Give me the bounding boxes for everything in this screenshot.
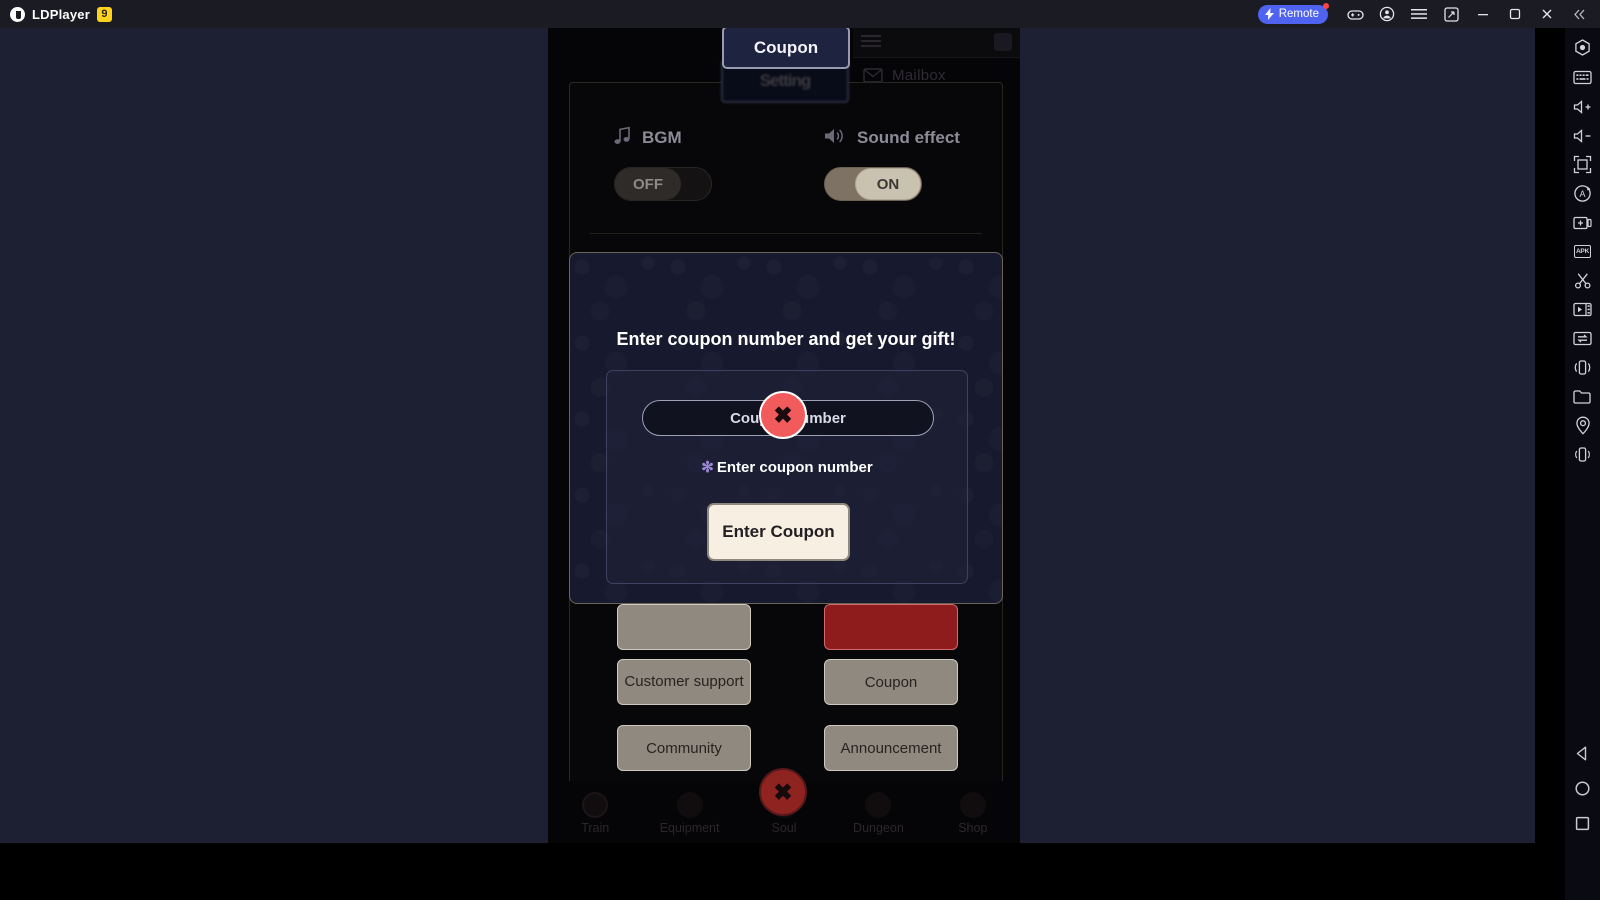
desktop-backdrop-bottom xyxy=(0,843,1535,900)
maximize-icon[interactable] xyxy=(1500,0,1530,28)
minimize-icon[interactable] xyxy=(1468,0,1498,28)
version-badge: 9 xyxy=(96,6,112,22)
coupon-close-x-glyph: ✖ xyxy=(773,401,793,428)
svg-text:A: A xyxy=(1579,189,1585,199)
game-topbar xyxy=(853,28,1020,58)
nav-label-dungeon: Dungeon xyxy=(853,821,904,835)
file-manager-icon[interactable] xyxy=(1565,382,1600,411)
nav-label-soul: Soul xyxy=(771,821,797,835)
speaker-icon xyxy=(824,127,846,150)
android-recents-icon[interactable] xyxy=(1565,809,1600,838)
sound-effect-setting: Sound effect ON xyxy=(824,123,1014,201)
coupon-close-button[interactable]: ✖ xyxy=(759,391,807,439)
sound-effect-header: Sound effect xyxy=(824,123,1014,153)
enter-coupon-button[interactable]: Enter Coupon xyxy=(707,503,850,561)
menu-icon[interactable] xyxy=(1404,0,1434,28)
titlebar-actions: Remote xyxy=(1257,0,1600,28)
bgm-header: BGM xyxy=(614,123,804,153)
stats-lines-icon xyxy=(861,35,881,50)
nav-item-equipment[interactable]: Equipment xyxy=(642,792,736,843)
volume-down-icon[interactable] xyxy=(1565,121,1600,150)
bgm-toggle-state: OFF xyxy=(615,168,681,200)
remote-label: Remote xyxy=(1278,8,1319,20)
bgm-setting: BGM OFF xyxy=(614,123,804,201)
shop-icon xyxy=(959,792,986,818)
nav-label-train: Train xyxy=(581,821,610,835)
customer-support-button[interactable]: Customer support xyxy=(617,659,751,705)
settings-button-grid: Customer support Coupon Community Announ… xyxy=(598,588,990,788)
coupon-headline: Enter coupon number and get your gift! xyxy=(616,329,956,349)
bgm-label: BGM xyxy=(642,128,682,147)
settings-divider xyxy=(590,233,982,234)
window-titlebar: LDPlayer 9 Remote xyxy=(0,0,1600,28)
apk-label: APK xyxy=(1574,245,1591,258)
grid-button-hidden-left[interactable] xyxy=(617,604,751,650)
announcement-button[interactable]: Announcement xyxy=(824,725,958,771)
close-x-glyph: ✖ xyxy=(773,778,793,805)
app-root: LDPlayer 9 Remote Mailbox Setting BGM OF… xyxy=(0,0,1600,900)
collapse-icon[interactable] xyxy=(1564,0,1594,28)
coupon-dialog-title: Coupon xyxy=(722,28,850,69)
app-brand: LDPlayer 9 xyxy=(0,6,112,22)
fullscreen-icon[interactable] xyxy=(1565,150,1600,179)
game-viewport[interactable]: Mailbox Setting BGM OFF Sound effect ON … xyxy=(548,28,1020,843)
settings-close-button[interactable]: ✖ xyxy=(759,768,807,816)
ldplayer-logo-icon xyxy=(10,6,25,22)
android-back-icon[interactable] xyxy=(1565,739,1600,768)
notification-dot xyxy=(1323,2,1329,9)
lightning-icon xyxy=(1264,8,1274,20)
scissors-icon[interactable] xyxy=(1565,266,1600,295)
auto-rotate-icon[interactable]: A xyxy=(1565,179,1600,208)
bgm-toggle[interactable]: OFF xyxy=(614,167,712,201)
volume-up-icon[interactable] xyxy=(1565,92,1600,121)
grid-button-logout[interactable] xyxy=(824,604,958,650)
asterisk-icon: ✻ xyxy=(701,459,714,476)
account-icon[interactable] xyxy=(1372,0,1402,28)
remote-button[interactable]: Remote xyxy=(1257,2,1329,24)
equipment-icon xyxy=(676,792,703,818)
nav-label-equipment: Equipment xyxy=(659,821,720,835)
mail-icon xyxy=(863,67,883,83)
shake-icon[interactable] xyxy=(1565,353,1600,382)
close-icon[interactable] xyxy=(1532,0,1562,28)
nav-label-shop: Shop xyxy=(958,821,988,835)
screenshot-icon[interactable] xyxy=(1565,208,1600,237)
music-note-icon xyxy=(614,126,631,150)
coupon-hint-text: Enter coupon number xyxy=(716,459,873,476)
sound-effect-label: Sound effect xyxy=(857,128,960,147)
video-record-icon[interactable] xyxy=(1565,295,1600,324)
coupon-hint: ✻ Enter coupon number xyxy=(607,458,967,476)
coupon-button[interactable]: Coupon xyxy=(824,659,958,705)
community-button[interactable]: Community xyxy=(617,725,751,771)
train-icon xyxy=(582,792,609,818)
synchronizer-icon[interactable] xyxy=(1565,324,1600,353)
sound-effect-toggle[interactable]: ON xyxy=(824,167,922,201)
android-home-icon[interactable] xyxy=(1565,774,1600,803)
multi-instance-icon[interactable] xyxy=(1436,0,1466,28)
apk-install-icon[interactable]: APK xyxy=(1565,237,1600,266)
nav-item-dungeon[interactable]: Dungeon xyxy=(831,792,925,843)
desktop-backdrop-right xyxy=(1020,28,1535,843)
nav-item-shop[interactable]: Shop xyxy=(926,792,1020,843)
dungeon-icon xyxy=(865,792,892,818)
gamepad-icon[interactable] xyxy=(1340,0,1370,28)
mailbox-label: Mailbox xyxy=(892,66,946,84)
virtual-phone-icon[interactable] xyxy=(1565,440,1600,469)
location-icon[interactable] xyxy=(1565,411,1600,440)
sound-effect-toggle-state: ON xyxy=(855,168,921,200)
app-title: LDPlayer xyxy=(32,6,90,22)
operation-settings-icon[interactable] xyxy=(1565,34,1600,63)
audio-settings-row: BGM OFF Sound effect ON xyxy=(569,123,1003,233)
emulator-sidebar: A APK xyxy=(1565,28,1600,900)
desktop-backdrop-left xyxy=(0,28,548,843)
nav-item-train[interactable]: Train xyxy=(548,792,642,843)
keyboard-mapping-icon[interactable] xyxy=(1565,63,1600,92)
avatar[interactable] xyxy=(994,33,1012,51)
